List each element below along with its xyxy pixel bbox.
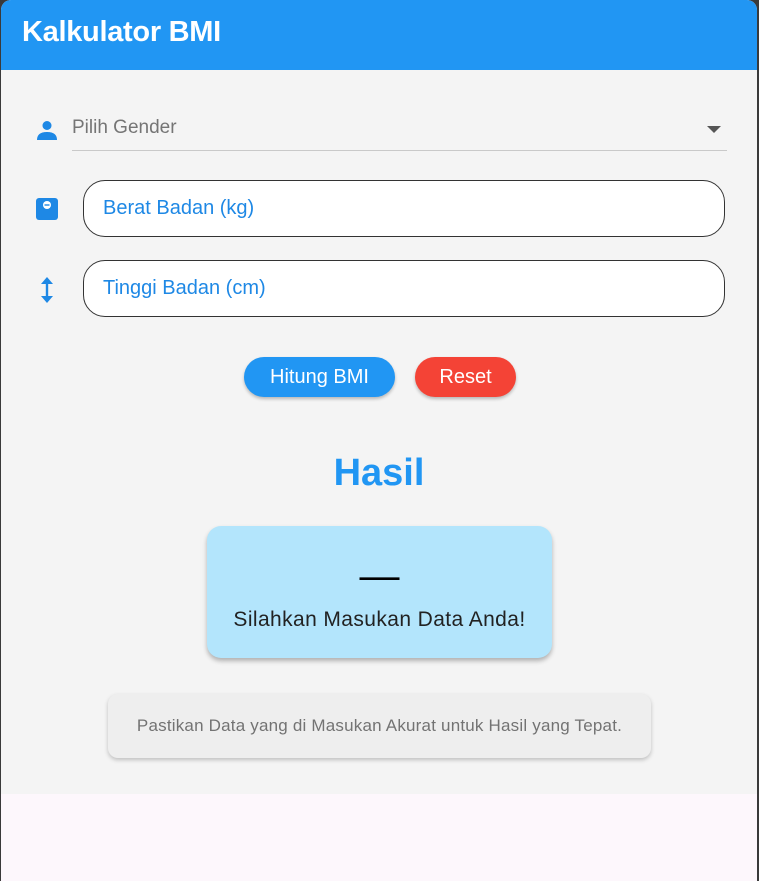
- person-icon: [35, 118, 59, 142]
- result-card: — Silahkan Masukan Data Anda!: [207, 526, 552, 658]
- gender-hint: Pilih Gender: [72, 117, 177, 138]
- result-title: Hasil: [333, 452, 425, 494]
- result-message: Silahkan Masukan Data Anda!: [233, 608, 526, 631]
- scale-icon: [35, 197, 59, 221]
- weight-field[interactable]: [83, 180, 725, 237]
- app-title: Kalkulator BMI: [22, 16, 221, 48]
- result-value: —: [359, 554, 400, 598]
- app-window: Kalkulator BMI Pilih Gender Berat Badan …: [1, 0, 757, 881]
- calculate-bmi-button[interactable]: Hitung BMI: [244, 357, 395, 397]
- form-content: Pilih Gender Hitung BMI Re: [1, 70, 757, 794]
- gender-dropdown[interactable]: Pilih Gender: [72, 112, 727, 151]
- reset-button[interactable]: Reset: [415, 357, 516, 397]
- height-arrows-icon: [35, 277, 59, 303]
- height-input[interactable]: [103, 274, 703, 302]
- weight-input[interactable]: [103, 194, 703, 222]
- dropdown-arrow-icon: [707, 126, 721, 133]
- app-bar: Kalkulator BMI: [1, 0, 757, 70]
- info-note-text: Pastikan Data yang di Masukan Akurat unt…: [136, 716, 623, 735]
- info-note: Pastikan Data yang di Masukan Akurat unt…: [108, 694, 651, 758]
- height-field[interactable]: [83, 260, 725, 317]
